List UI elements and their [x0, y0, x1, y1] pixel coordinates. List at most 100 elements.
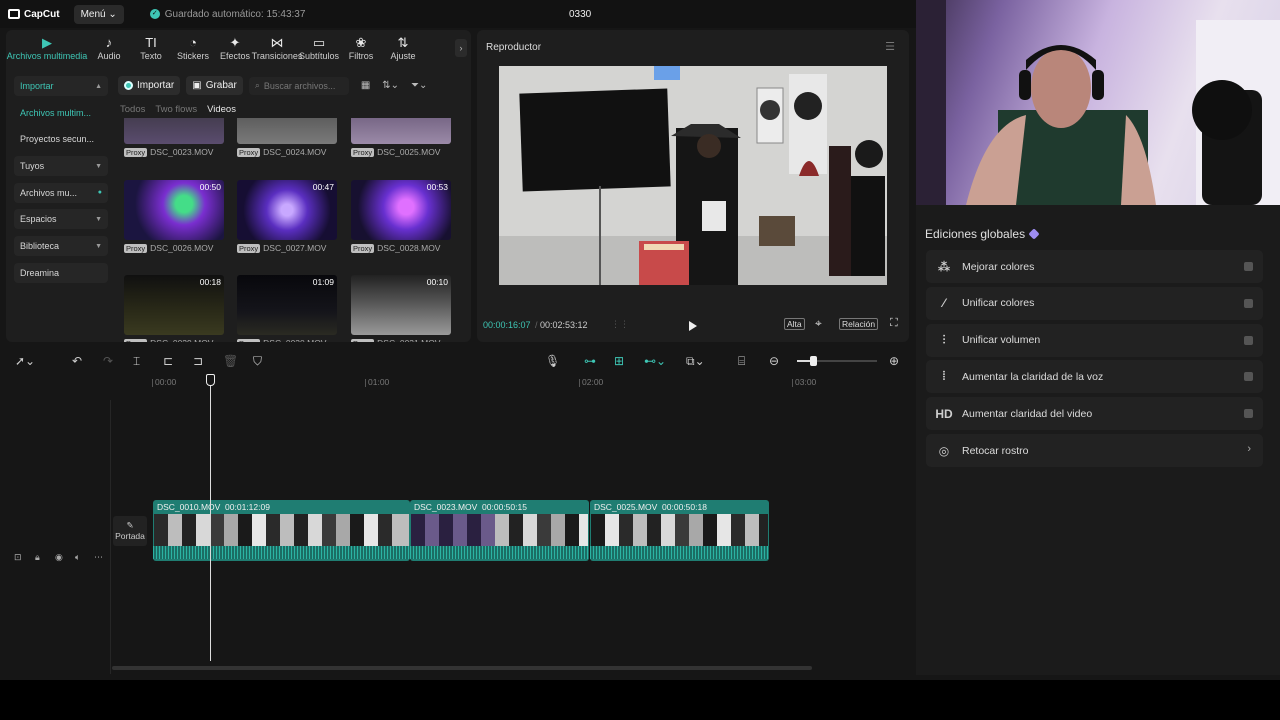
- media-thumbnail[interactable]: 00:10: [351, 275, 451, 335]
- media-item[interactable]: Proxy DSC_0025.MOV: [351, 118, 451, 157]
- lock-icon[interactable]: 🔒︎: [35, 552, 40, 563]
- sidebar-item[interactable]: Biblioteca ▼: [14, 236, 108, 257]
- shield-icon[interactable]: ⛉: [253, 354, 262, 369]
- more-icon[interactable]: ⋯: [94, 552, 103, 563]
- media-item[interactable]: 00:50 Proxy DSC_0026.MOV: [124, 180, 224, 253]
- media-item[interactable]: 00:53 Proxy DSC_0028.MOV: [351, 180, 451, 253]
- menu-button[interactable]: Menú ⌄: [73, 4, 124, 24]
- media-item[interactable]: Proxy DSC_0024.MOV: [237, 118, 337, 157]
- toolbar-subtitles[interactable]: ▭ Subtítulos: [298, 35, 340, 61]
- global-edit-option[interactable]: ⦙ Aumentar la claridad de la voz: [926, 360, 1263, 394]
- media-item[interactable]: Proxy DSC_0023.MOV: [124, 118, 224, 157]
- filter-tab[interactable]: Todos: [120, 104, 145, 115]
- project-name[interactable]: 0330: [569, 9, 591, 20]
- toolbar-filters[interactable]: ❀ Filtros: [340, 35, 382, 61]
- split-icon[interactable]: ⌶: [133, 354, 140, 369]
- playhead-handle[interactable]: [206, 374, 215, 386]
- toggle-switch[interactable]: [1244, 262, 1253, 271]
- media-thumbnail[interactable]: 00:53: [351, 180, 451, 240]
- video-preview[interactable]: [499, 66, 887, 285]
- trim-right-icon[interactable]: ⊐: [193, 354, 203, 368]
- filter-tab[interactable]: Videos: [207, 104, 236, 115]
- delete-icon[interactable]: 🗑: [223, 354, 238, 368]
- timeline[interactable]: 00:00 01:00 02:00 03:00 ⊡ 🔒︎ ◉ 🔈︎ ⋯ ✎ Porta…: [0, 374, 910, 674]
- media-item[interactable]: 01:09 ProxyDSC_0030.MOV: [237, 275, 337, 342]
- sort-icon[interactable]: ⇅⌄: [382, 80, 399, 91]
- microphone-icon[interactable]: 🎙: [545, 354, 560, 368]
- record-button[interactable]: ▣ Grabar: [186, 76, 243, 95]
- global-edit-option[interactable]: HD Aumentar claridad del video: [926, 397, 1263, 431]
- auto-snap-icon[interactable]: ⊞: [614, 354, 624, 368]
- toggle-switch[interactable]: [1244, 372, 1253, 382]
- sidebar-item[interactable]: Espacios ▼: [14, 209, 108, 230]
- filter-tab[interactable]: Two flows: [155, 104, 197, 115]
- media-thumbnail[interactable]: 00:18: [124, 275, 224, 335]
- main-track-magnet-icon[interactable]: ⊶: [584, 354, 596, 368]
- chevron-right-icon[interactable]: ›: [1247, 443, 1251, 455]
- playhead[interactable]: [210, 374, 211, 661]
- toolbar-adjust[interactable]: ⇅ Ajuste: [382, 35, 424, 61]
- sidebar-item[interactable]: Proyectos secun...: [14, 129, 108, 149]
- sidebar-item-label: Archivos mu...: [20, 187, 78, 198]
- sidebar-item[interactable]: Importar ▲: [14, 76, 108, 96]
- zoom-out-icon[interactable]: ⊖: [769, 354, 779, 368]
- quality-button[interactable]: Alta: [784, 318, 805, 330]
- toolbar-text[interactable]: TI Texto: [130, 35, 172, 61]
- sidebar-item[interactable]: Tuyos ▼: [14, 156, 108, 177]
- hamburger-menu-icon[interactable]: ☰: [885, 40, 895, 53]
- media-item[interactable]: 00:10 ProxyDSC_0031.MOV: [351, 275, 451, 342]
- media-thumbnail[interactable]: 00:47: [237, 180, 337, 240]
- play-icon[interactable]: [689, 321, 697, 331]
- global-edit-option[interactable]: ⁂ Mejorar colores: [926, 250, 1263, 283]
- timecode-grid-icon[interactable]: ⋮⋮: [611, 319, 629, 330]
- undo-icon[interactable]: ↶: [72, 354, 82, 368]
- aspect-ratio-button[interactable]: Relación: [839, 318, 879, 330]
- toolbar-effects[interactable]: ✦ Efectos: [214, 35, 256, 61]
- eye-icon[interactable]: ◉: [55, 552, 63, 563]
- preview-axis-icon[interactable]: ⧉⌄: [686, 354, 705, 369]
- media-thumbnail[interactable]: [124, 118, 224, 144]
- trim-left-icon[interactable]: ⊏: [163, 354, 173, 368]
- sidebar-item[interactable]: Archivos multim...: [14, 103, 108, 123]
- zoom-fit-icon[interactable]: ⌖: [815, 316, 822, 331]
- global-edit-option[interactable]: ⫶ Unificar volumen: [926, 323, 1263, 357]
- media-item[interactable]: 00:18 ProxyDSC_0029.MOV: [124, 275, 224, 342]
- timeline-clip[interactable]: DSC_0025.MOV 00:00:50:18: [590, 500, 769, 561]
- media-thumbnail[interactable]: [237, 118, 337, 144]
- toolbar-audio[interactable]: ♪ Audio: [88, 35, 130, 61]
- media-caption: ProxyDSC_0030.MOV: [237, 338, 337, 342]
- timeline-scrollbar[interactable]: [112, 666, 812, 670]
- import-button[interactable]: Importar: [118, 76, 181, 95]
- sidebar-item[interactable]: Dreamina: [14, 262, 108, 283]
- media-thumbnail[interactable]: 00:50: [124, 180, 224, 240]
- select-tool-icon[interactable]: ➚⌄: [15, 354, 35, 368]
- speaker-icon[interactable]: 🔈︎: [75, 552, 80, 563]
- toggle-switch[interactable]: [1244, 409, 1253, 419]
- linkage-icon[interactable]: ⊷⌄: [644, 354, 666, 368]
- grid-view-icon[interactable]: ▦: [361, 80, 370, 91]
- toggle-switch[interactable]: [1244, 335, 1253, 345]
- caption-icon[interactable]: ⌸: [738, 354, 745, 369]
- timeline-clip[interactable]: DSC_0023.MOV 00:00:50:15: [410, 500, 589, 561]
- zoom-in-icon[interactable]: ⊕: [889, 354, 899, 368]
- toolbar-media[interactable]: ▶ Archivos multimedia: [6, 35, 88, 61]
- global-edit-option[interactable]: ⁄ Unificar colores: [926, 286, 1263, 320]
- redo-icon[interactable]: ↷: [103, 354, 113, 368]
- fullscreen-icon[interactable]: ⛶: [890, 317, 898, 330]
- track-collapse-icon[interactable]: ⊡: [14, 552, 22, 563]
- filter-icon[interactable]: ⏷⌄: [411, 80, 427, 91]
- global-edit-option[interactable]: ◎ Retocar rostro ›: [926, 434, 1263, 467]
- timeline-clip[interactable]: DSC_0010.MOV 00:01:12:09: [153, 500, 410, 561]
- search-input[interactable]: ⌕ Buscar archivos...: [248, 76, 349, 95]
- media-thumbnail[interactable]: [351, 118, 451, 144]
- chevron-right-icon[interactable]: ›: [455, 39, 467, 57]
- toolbar-transitions[interactable]: ⋈ Transiciones: [252, 35, 303, 61]
- cover-button[interactable]: ✎ Portada: [113, 516, 147, 546]
- media-thumbnail[interactable]: 01:09: [237, 275, 337, 335]
- media-item[interactable]: 00:47 Proxy DSC_0027.MOV: [237, 180, 337, 253]
- toolbar-sticker[interactable]: ◔ Stickers: [172, 35, 214, 61]
- sidebar-item[interactable]: Archivos mu... ●: [14, 182, 108, 203]
- toggle-switch[interactable]: [1244, 298, 1253, 308]
- zoom-slider[interactable]: [797, 360, 877, 362]
- zoom-slider-handle[interactable]: [810, 356, 817, 366]
